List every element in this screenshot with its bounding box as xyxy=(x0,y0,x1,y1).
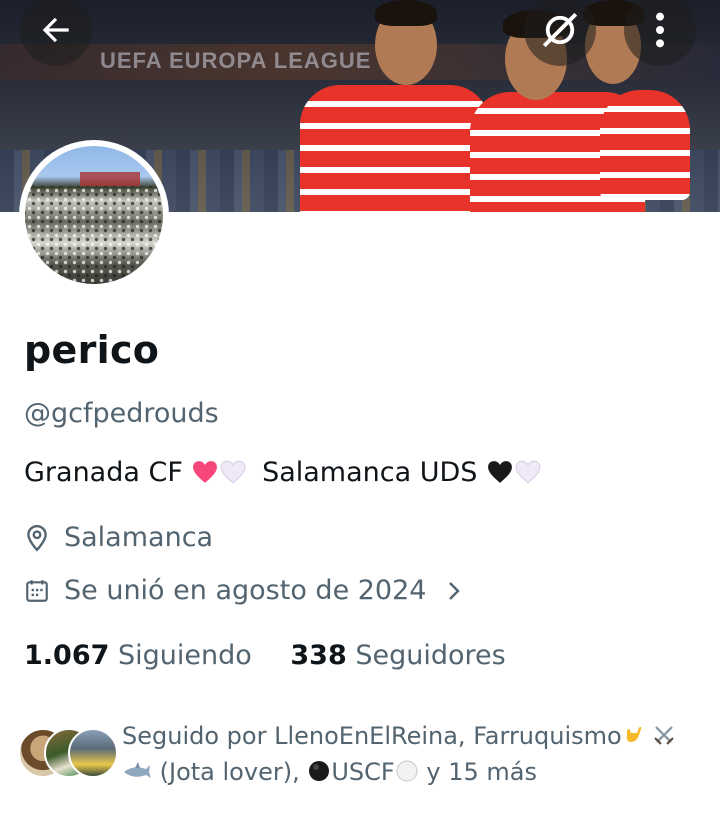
profile-stats: 1.067 Siguiendo 338 Seguidores xyxy=(24,640,506,671)
black-circle-icon xyxy=(309,761,330,781)
followed-by-line-2: (Jota lover), USCF y 15 más xyxy=(122,754,702,790)
location-text: Salamanca xyxy=(64,522,214,553)
profile-joined-date[interactable]: Se unió en agosto de 2024 xyxy=(24,575,466,606)
bio-text-granada: Granada CF xyxy=(24,457,183,488)
white-circle-icon xyxy=(396,760,418,782)
followers-label: Seguidores xyxy=(355,640,506,671)
crossed-swords-icon xyxy=(653,726,674,745)
arrow-left-icon xyxy=(42,17,69,43)
followers-count: 338 xyxy=(290,640,347,671)
joined-text: Se unió en agosto de 2024 xyxy=(64,575,427,606)
following-label: Siguiendo xyxy=(118,640,252,671)
white-heart-icon xyxy=(515,460,541,484)
profile-avatar[interactable] xyxy=(19,140,169,290)
following-link[interactable]: 1.067 Siguiendo xyxy=(24,640,260,671)
pink-heart-icon xyxy=(193,461,218,483)
followed-by-jota: (Jota lover), xyxy=(159,758,300,786)
followers-link[interactable]: 338 Seguidores xyxy=(290,640,505,671)
more-vertical-icon xyxy=(656,12,664,48)
bio-text-salamanca: Salamanca UDS xyxy=(262,457,478,488)
calendar-icon xyxy=(26,579,48,602)
no-signal-icon xyxy=(542,12,578,48)
following-count: 1.067 xyxy=(24,640,110,671)
black-heart-icon xyxy=(488,461,512,483)
call-me-hand-icon xyxy=(626,726,641,742)
chevron-right-icon xyxy=(449,581,461,600)
follower-avatar-3[interactable] xyxy=(68,728,118,778)
followed-by-text[interactable]: Seguido por LlenoEnElReina, Farruquismo … xyxy=(122,718,702,790)
white-heart-icon xyxy=(221,460,246,484)
shark-icon xyxy=(124,762,151,778)
followed-by-uscf: USCF xyxy=(331,758,395,786)
banner-watermark: UEFA EUROPA LEAGUE xyxy=(100,48,372,73)
avatar-image xyxy=(25,146,163,284)
user-handle: @gcfpedrouds xyxy=(24,398,219,429)
display-name: perico xyxy=(24,328,160,372)
profile-bio: Granada CF Salamanca UDS xyxy=(24,457,542,488)
location-pin-icon xyxy=(27,524,47,552)
followed-by-line-1: Seguido por LlenoEnElReina, Farruquismo xyxy=(122,718,702,754)
followed-by-more: y 15 más xyxy=(426,758,537,786)
profile-location: Salamanca xyxy=(24,522,213,553)
followed-by-names: Seguido por LlenoEnElReina, Farruquismo xyxy=(122,722,622,750)
